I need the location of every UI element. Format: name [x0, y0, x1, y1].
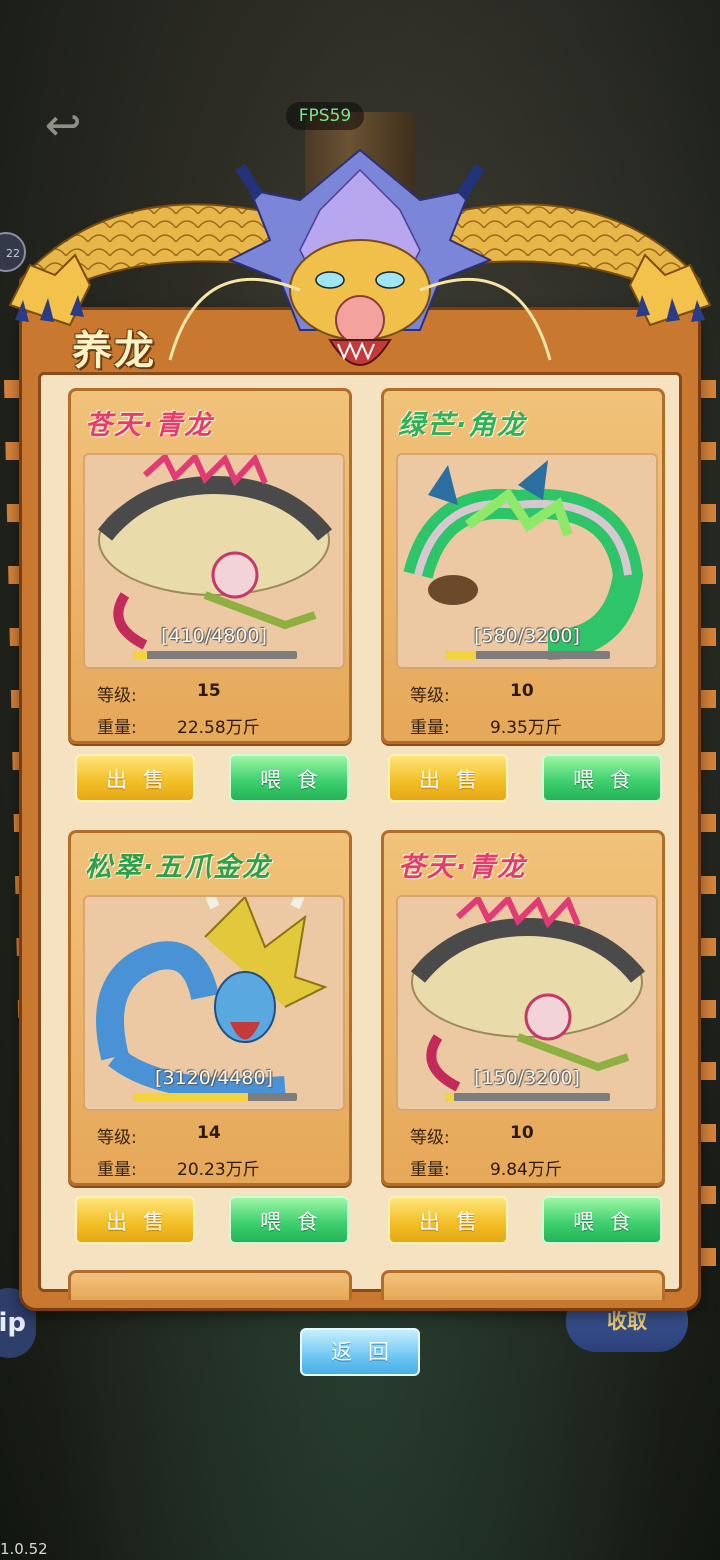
feed-button[interactable]: 喂食	[542, 1196, 662, 1244]
weight-row: 重量: 9.84万斤	[410, 1155, 562, 1180]
dragon-name: 苍天·青龙	[398, 852, 527, 883]
weight-value: 9.84万斤	[490, 1160, 562, 1180]
level-value: 10	[510, 681, 534, 701]
weight-row: 重量: 9.35万斤	[410, 713, 562, 738]
progress-fill	[446, 651, 476, 659]
dragon-card[interactable]: 绿芒·角龙 [580/3200] 等级: 10 重量: 9.35万斤	[381, 388, 665, 744]
growth-progress-bar	[446, 651, 610, 659]
dragon-image: [410/4800]	[83, 453, 345, 669]
dragon-name: 松翠·五爪金龙	[85, 852, 272, 883]
weight-label: 重量:	[97, 1160, 137, 1180]
progress-text: [3120/4480]	[155, 1067, 273, 1089]
progress-fill	[133, 651, 147, 659]
next-dragon-card-partial[interactable]	[381, 1270, 665, 1300]
dragon-name: 绿芒·角龙	[398, 410, 527, 441]
panel-title: 养龙	[72, 328, 156, 374]
level-row: 等级: 10	[410, 681, 534, 706]
weight-label: 重量:	[410, 718, 450, 738]
sell-button[interactable]: 出售	[388, 1196, 508, 1244]
fps-counter: FPS59	[286, 102, 364, 130]
level-row: 等级: 10	[410, 1123, 534, 1148]
weight-label: 重量:	[97, 718, 137, 738]
dragon-name: 苍天·青龙	[85, 410, 214, 441]
level-row: 等级: 15	[97, 681, 221, 706]
weight-row: 重量: 20.23万斤	[97, 1155, 260, 1180]
sell-button[interactable]: 出售	[75, 754, 195, 802]
back-arrow-icon[interactable]: ↩	[32, 102, 94, 150]
dragon-image: [580/3200]	[396, 453, 658, 669]
level-value: 10	[510, 1123, 534, 1143]
dragon-card[interactable]: 苍天·青龙 [150/3200] 等级: 10 重量: 9.84万斤	[381, 830, 665, 1186]
progress-text: [410/4800]	[161, 625, 267, 647]
growth-progress-bar	[133, 1093, 297, 1101]
feed-button[interactable]: 喂食	[542, 754, 662, 802]
weight-label: 重量:	[410, 1160, 450, 1180]
progress-fill	[133, 1093, 248, 1101]
feed-button[interactable]: 喂食	[229, 1196, 349, 1244]
version-label: 1.0.52	[0, 1540, 48, 1558]
level-label: 等级:	[410, 1128, 450, 1148]
sell-button[interactable]: 出售	[388, 754, 508, 802]
dragon-image: [150/3200]	[396, 895, 658, 1111]
feed-button[interactable]: 喂食	[229, 754, 349, 802]
dragon-image: [3120/4480]	[83, 895, 345, 1111]
level-value: 14	[197, 1123, 221, 1143]
level-label: 等级:	[97, 1128, 137, 1148]
growth-progress-bar	[133, 651, 297, 659]
weight-row: 重量: 22.58万斤	[97, 713, 260, 738]
level-row: 等级: 14	[97, 1123, 221, 1148]
level-value: 15	[197, 681, 221, 701]
sell-button[interactable]: 出售	[75, 1196, 195, 1244]
level-label: 等级:	[410, 686, 450, 706]
level-label: 等级:	[97, 686, 137, 706]
growth-progress-bar	[446, 1093, 610, 1101]
back-button[interactable]: 返回	[300, 1328, 420, 1376]
weight-value: 20.23万斤	[177, 1160, 260, 1180]
next-dragon-card-partial[interactable]	[68, 1270, 352, 1300]
dragon-card[interactable]: 松翠·五爪金龙 [3120/4480] 等级: 14 重量: 20.23万斤	[68, 830, 352, 1186]
dragon-card[interactable]: 苍天·青龙 [410/4800] 等级: 15 重量: 22.58万斤	[68, 388, 352, 744]
panel-right-spikes	[696, 380, 716, 1280]
progress-text: [150/3200]	[474, 1067, 580, 1089]
progress-fill	[446, 1093, 454, 1101]
progress-text: [580/3200]	[474, 625, 580, 647]
weight-value: 22.58万斤	[177, 718, 260, 738]
weight-value: 9.35万斤	[490, 718, 562, 738]
